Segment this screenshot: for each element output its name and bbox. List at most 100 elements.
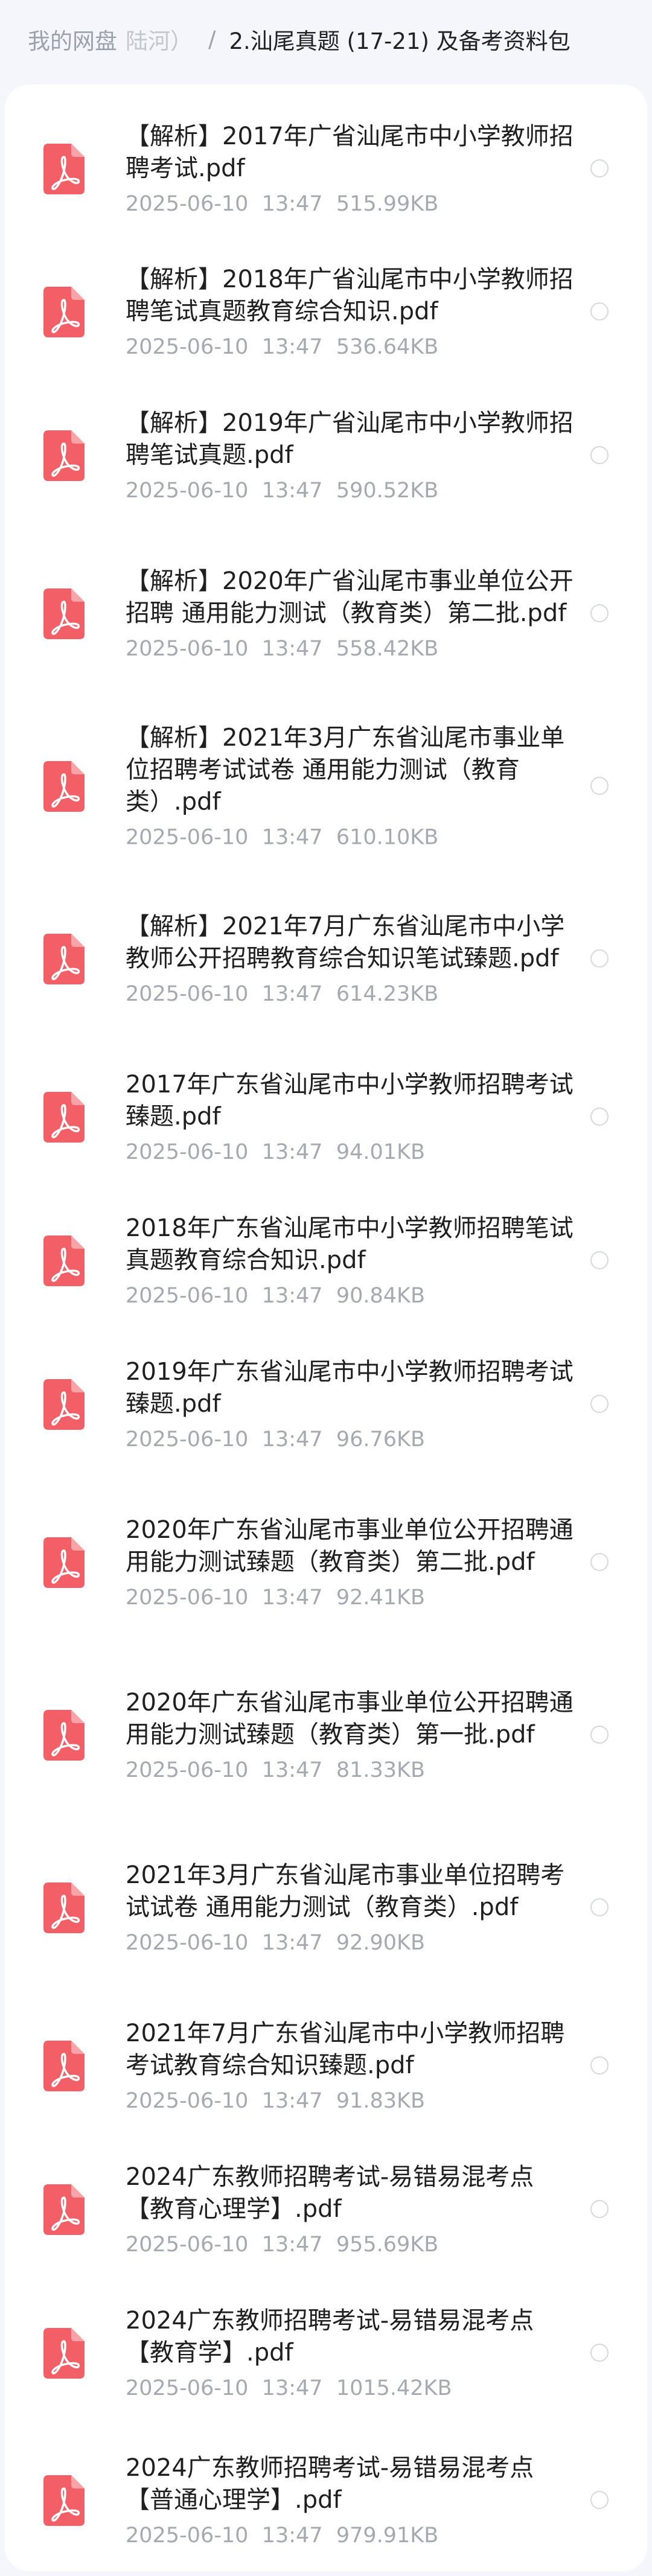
file-name: 2020年广东省汕尾市事业单位公开招聘通用能力测试臻题（教育类）第二批.pdf	[126, 1516, 574, 1576]
file-meta: 2025-06-10 13:47 90.84KB	[126, 1283, 575, 1309]
select-radio[interactable]	[590, 446, 609, 464]
file-info: 【解析】2018年广省汕尾市中小学教师招聘笔试真题教育综合知识.pdf 2025-…	[126, 264, 575, 360]
file-info: 【解析】2021年3月广东省汕尾市事业单位招聘考试试卷 通用能力测试（教育类）.…	[126, 722, 575, 851]
file-name: 【解析】2018年广省汕尾市中小学教师招聘笔试真题教育综合知识.pdf	[126, 266, 574, 325]
file-time: 13:47	[261, 825, 323, 850]
select-radio[interactable]	[590, 1726, 609, 1744]
file-date: 2025-06-10	[126, 2233, 249, 2257]
file-size: 91.83KB	[336, 2089, 425, 2113]
pdf-icon	[43, 2328, 85, 2379]
file-size: 94.01KB	[336, 1140, 425, 1164]
select-radio[interactable]	[590, 302, 609, 320]
file-info: 2020年广东省汕尾市事业单位公开招聘通用能力测试臻题（教育类）第二批.pdf 2…	[126, 1514, 575, 1611]
file-row[interactable]: 2024广东教师招聘考试-易错易混考点【教育心理学】.pdf 2025-06-10…	[5, 2138, 647, 2281]
breadcrumb-root[interactable]: 我的网盘	[28, 23, 117, 56]
file-time: 13:47	[261, 1931, 323, 1955]
select-radio[interactable]	[590, 1251, 609, 1269]
file-name: 2024广东教师招聘考试-易错易混考点【教育心理学】.pdf	[126, 2163, 534, 2223]
pdf-icon	[43, 144, 85, 194]
file-row[interactable]: 【解析】2021年3月广东省汕尾市事业单位招聘考试试卷 通用能力测试（教育类）.…	[5, 700, 647, 873]
file-date: 2025-06-10	[126, 335, 249, 359]
pdf-icon	[43, 1537, 85, 1588]
file-row[interactable]: 【解析】2019年广省汕尾市中小学教师招聘笔试真题.pdf 2025-06-10 …	[5, 384, 647, 528]
file-row[interactable]: 【解析】2018年广省汕尾市中小学教师招聘笔试真题教育综合知识.pdf 2025-…	[5, 240, 647, 384]
file-info: 2017年广东省汕尾市中小学教师招聘考试臻题.pdf 2025-06-10 13:…	[126, 1069, 575, 1165]
file-info: 2018年广东省汕尾市中小学教师招聘笔试真题教育综合知识.pdf 2025-06-…	[126, 1213, 575, 1309]
pdf-icon	[43, 1235, 85, 1286]
file-date: 2025-06-10	[126, 2523, 249, 2548]
file-row[interactable]: 2024广东教师招聘考试-易错易混考点【普通心理学】.pdf 2025-06-10…	[5, 2425, 647, 2576]
file-date: 2025-06-10	[126, 637, 249, 661]
select-radio[interactable]	[590, 2491, 609, 2509]
file-info: 2024广东教师招聘考试-易错易混考点【普通心理学】.pdf 2025-06-10…	[126, 2452, 575, 2549]
pdf-icon	[43, 2475, 85, 2526]
file-meta: 2025-06-10 13:47 1015.42KB	[126, 2375, 575, 2402]
file-date: 2025-06-10	[126, 1931, 249, 1955]
file-size: 979.91KB	[336, 2523, 439, 2548]
file-time: 13:47	[261, 1140, 323, 1164]
file-info: 2019年广东省汕尾市中小学教师招聘考试臻题.pdf 2025-06-10 13:…	[126, 1356, 575, 1453]
file-name: 【解析】2017年广省汕尾市中小学教师招聘考试.pdf	[126, 123, 574, 182]
pdf-icon	[43, 2184, 85, 2235]
file-name: 【解析】2021年3月广东省汕尾市事业单位招聘考试试卷 通用能力测试（教育类）.…	[126, 724, 565, 816]
pdf-icon	[43, 287, 85, 337]
file-size: 558.42KB	[336, 637, 439, 661]
file-time: 13:47	[261, 479, 323, 503]
file-info: 【解析】2020年广省汕尾市事业单位公开招聘 通用能力测试（教育类）第二批.pd…	[126, 566, 575, 662]
file-size: 614.23KB	[336, 982, 439, 1006]
file-date: 2025-06-10	[126, 1758, 249, 1782]
breadcrumb-middle[interactable]: 陆河）	[126, 23, 193, 56]
file-row[interactable]: 2021年3月广东省汕尾市事业单位招聘考试试卷 通用能力测试（教育类）.pdf 2…	[5, 1822, 647, 1994]
file-row[interactable]: 【解析】2021年7月广东省汕尾市中小学教师公开招聘教育综合知识笔试臻题.pdf…	[5, 873, 647, 1045]
file-date: 2025-06-10	[126, 982, 249, 1006]
pdf-icon	[43, 761, 85, 812]
select-radio[interactable]	[590, 2056, 609, 2074]
file-meta: 2025-06-10 13:47 979.91KB	[126, 2522, 575, 2549]
select-radio[interactable]	[590, 1108, 609, 1126]
select-radio[interactable]	[590, 949, 609, 968]
file-row[interactable]: 2020年广东省汕尾市事业单位公开招聘通用能力测试臻题（教育类）第二批.pdf 2…	[5, 1476, 647, 1649]
select-radio[interactable]	[590, 604, 609, 622]
file-date: 2025-06-10	[126, 1427, 249, 1452]
file-name: 2021年7月广东省汕尾市中小学教师招聘考试教育综合知识臻题.pdf	[126, 2020, 565, 2079]
select-radio[interactable]	[590, 1553, 609, 1571]
file-time: 13:47	[261, 1284, 323, 1308]
file-info: 【解析】2017年广省汕尾市中小学教师招聘考试.pdf 2025-06-10 13…	[126, 121, 575, 217]
file-size: 955.69KB	[336, 2233, 439, 2257]
select-radio[interactable]	[590, 1395, 609, 1413]
file-row[interactable]: 2018年广东省汕尾市中小学教师招聘笔试真题教育综合知识.pdf 2025-06-…	[5, 1189, 647, 1333]
file-meta: 2025-06-10 13:47 96.76KB	[126, 1426, 575, 1453]
breadcrumb-current-folder: 2.汕尾真题 (17-21) 及备考资料包	[229, 28, 570, 54]
file-meta: 2025-06-10 13:47 94.01KB	[126, 1139, 575, 1165]
file-row[interactable]: 2017年广东省汕尾市中小学教师招聘考试臻题.pdf 2025-06-10 13:…	[5, 1045, 647, 1189]
file-meta: 2025-06-10 13:47 92.41KB	[126, 1584, 575, 1611]
select-radio[interactable]	[590, 2200, 609, 2218]
file-row[interactable]: 2019年广东省汕尾市中小学教师招聘考试臻题.pdf 2025-06-10 13:…	[5, 1333, 647, 1476]
file-meta: 2025-06-10 13:47 91.83KB	[126, 2088, 575, 2114]
file-time: 13:47	[261, 982, 323, 1006]
file-time: 13:47	[261, 192, 323, 216]
file-row[interactable]: 2024广东教师招聘考试-易错易混考点【教育学】.pdf 2025-06-10 1…	[5, 2281, 647, 2425]
file-row[interactable]: 【解析】2017年广省汕尾市中小学教师招聘考试.pdf 2025-06-10 13…	[5, 98, 647, 240]
select-radio[interactable]	[590, 2344, 609, 2362]
file-info: 【解析】2019年广省汕尾市中小学教师招聘笔试真题.pdf 2025-06-10 …	[126, 407, 575, 504]
file-row[interactable]: 【解析】2020年广省汕尾市事业单位公开招聘 通用能力测试（教育类）第二批.pd…	[5, 528, 647, 700]
file-row[interactable]: 2020年广东省汕尾市事业单位公开招聘通用能力测试臻题（教育类）第一批.pdf 2…	[5, 1649, 647, 1822]
file-name: 2021年3月广东省汕尾市事业单位招聘考试试卷 通用能力测试（教育类）.pdf	[126, 1861, 565, 1921]
file-date: 2025-06-10	[126, 192, 249, 216]
file-meta: 2025-06-10 13:47 614.23KB	[126, 981, 575, 1007]
breadcrumb: 我的网盘 陆河） / 2.汕尾真题 (17-21) 及备考资料包	[0, 0, 652, 78]
file-name: 【解析】2020年广省汕尾市事业单位公开招聘 通用能力测试（教育类）第二批.pd…	[126, 567, 574, 627]
file-info: 2021年3月广东省汕尾市事业单位招聘考试试卷 通用能力测试（教育类）.pdf 2…	[126, 1860, 575, 1956]
file-row[interactable]: 2021年7月广东省汕尾市中小学教师招聘考试教育综合知识臻题.pdf 2025-0…	[5, 1994, 647, 2138]
pdf-icon	[43, 588, 85, 639]
file-name: 2020年广东省汕尾市事业单位公开招聘通用能力测试臻题（教育类）第一批.pdf	[126, 1689, 574, 1749]
file-date: 2025-06-10	[126, 1284, 249, 1308]
file-meta: 2025-06-10 13:47 81.33KB	[126, 1757, 575, 1784]
select-radio[interactable]	[590, 159, 609, 177]
file-date: 2025-06-10	[126, 2089, 249, 2113]
select-radio[interactable]	[590, 777, 609, 795]
file-size: 92.90KB	[336, 1931, 425, 1955]
select-radio[interactable]	[590, 1898, 609, 1916]
file-date: 2025-06-10	[126, 2376, 249, 2400]
